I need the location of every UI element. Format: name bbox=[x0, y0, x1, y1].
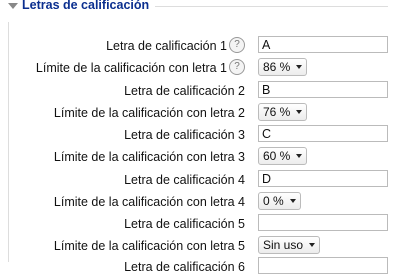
grade-boundary-select-3[interactable]: 60 % bbox=[258, 147, 308, 165]
grade-letter-input-6[interactable] bbox=[258, 257, 388, 274]
grade-letter-label: Letra de calificación 1 bbox=[106, 39, 227, 53]
select-value: Sin uso bbox=[263, 238, 304, 252]
grade-letter-row-3: Letra de calificación 3 bbox=[0, 125, 400, 146]
select-value: 60 % bbox=[263, 149, 291, 163]
select-value: 86 % bbox=[263, 60, 291, 74]
grade-letter-input-2[interactable] bbox=[258, 81, 388, 98]
chevron-down-icon bbox=[296, 110, 303, 114]
grade-letter-label: Letra de calificación 4 bbox=[124, 173, 245, 187]
grade-letter-row-5: Letra de calificación 5 bbox=[0, 214, 400, 235]
grade-letter-label: Letra de calificación 3 bbox=[124, 128, 245, 142]
grade-boundary-select-1[interactable]: 86 % bbox=[258, 58, 308, 76]
chevron-down-icon bbox=[296, 154, 303, 158]
grade-letter-label: Letra de calificación 6 bbox=[124, 260, 245, 274]
grade-boundary-row-3: Límite de la calificación con letra 3 60… bbox=[0, 147, 400, 168]
grade-boundary-select-2[interactable]: 76 % bbox=[258, 103, 308, 121]
grade-letter-row-6: Letra de calificación 6 bbox=[0, 257, 400, 278]
grade-boundary-label: Límite de la calificación con letra 3 bbox=[53, 150, 245, 164]
grade-letter-input-5[interactable] bbox=[258, 214, 388, 231]
section-title[interactable]: Letras de calificación bbox=[22, 0, 149, 12]
grade-letter-input-1[interactable] bbox=[258, 36, 388, 53]
grade-letter-row-2: Letra de calificación 2 bbox=[0, 81, 400, 102]
grade-letter-input-4[interactable] bbox=[258, 170, 388, 187]
select-value: 0 % bbox=[263, 194, 284, 208]
section-legend[interactable]: Letras de calificación bbox=[8, 0, 156, 12]
grade-letter-row-1: Letra de calificación 1 ? bbox=[0, 36, 400, 57]
grade-boundary-row-5: Límite de la calificación con letra 5 Si… bbox=[0, 236, 400, 257]
chevron-down-icon bbox=[289, 199, 296, 203]
select-value: 76 % bbox=[263, 105, 291, 119]
grade-boundary-label: Límite de la calificación con letra 5 bbox=[53, 239, 245, 253]
grade-boundary-label: Límite de la calificación con letra 1 bbox=[35, 61, 227, 75]
section-header[interactable]: Letras de calificación bbox=[8, 0, 388, 28]
grade-boundary-label: Límite de la calificación con letra 4 bbox=[53, 195, 245, 209]
grade-boundary-select-4[interactable]: 0 % bbox=[258, 192, 301, 210]
grade-letter-label: Letra de calificación 5 bbox=[124, 217, 245, 231]
grade-boundary-select-5[interactable]: Sin uso bbox=[258, 236, 321, 254]
help-icon[interactable]: ? bbox=[229, 59, 245, 75]
help-icon[interactable]: ? bbox=[229, 37, 245, 53]
grade-letter-label: Letra de calificación 2 bbox=[124, 84, 245, 98]
collapse-triangle-icon[interactable] bbox=[8, 2, 18, 9]
chevron-down-icon bbox=[296, 65, 303, 69]
grade-boundary-row-2: Límite de la calificación con letra 2 76… bbox=[0, 103, 400, 124]
grade-letter-row-4: Letra de calificación 4 bbox=[0, 170, 400, 191]
grade-boundary-row-1: Límite de la calificación con letra 1 ? … bbox=[0, 58, 400, 79]
grade-boundary-row-4: Límite de la calificación con letra 4 0 … bbox=[0, 192, 400, 213]
grade-boundary-label: Límite de la calificación con letra 2 bbox=[53, 106, 245, 120]
grade-letter-input-3[interactable] bbox=[258, 125, 388, 142]
chevron-down-icon bbox=[309, 243, 316, 247]
